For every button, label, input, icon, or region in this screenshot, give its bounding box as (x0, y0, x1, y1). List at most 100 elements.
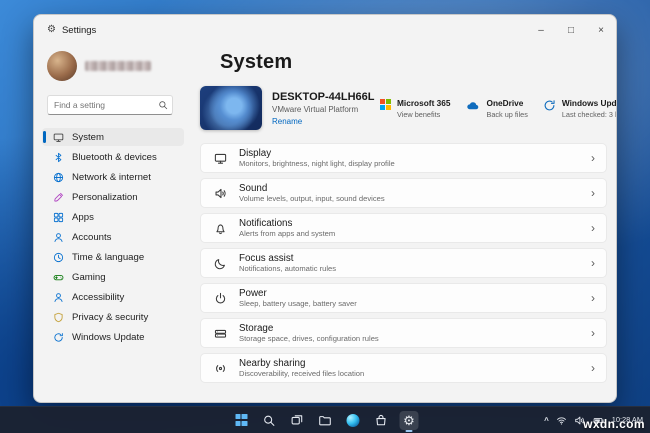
sidebar-item-apps[interactable]: Apps (42, 208, 184, 226)
sidebar-item-label: Apps (72, 211, 94, 223)
row-storage[interactable]: Storage Storage space, drives, configura… (200, 318, 607, 348)
chevron-right-icon: › (591, 221, 595, 235)
sidebar-item-gaming[interactable]: Gaming (42, 268, 184, 286)
settings-taskbar-button[interactable]: ⚙ (399, 410, 419, 432)
watermark: wxdn.com (583, 417, 645, 431)
onedrive-cloud-icon (465, 99, 480, 112)
settings-window: ⚙ Settings – □ × System (33, 14, 617, 403)
device-info: DESKTOP-44LH66L VMware Virtual Platform … (272, 91, 375, 126)
sidebar-item-windows-update[interactable]: Windows Update (42, 328, 184, 346)
settings-list: Display Monitors, brightness, night ligh… (200, 143, 607, 383)
task-view-button[interactable] (288, 411, 307, 430)
row-subtitle: Discoverability, received files location (239, 368, 365, 378)
device-model: VMware Virtual Platform (272, 104, 359, 114)
search-box (47, 95, 173, 115)
microsoft-store-button[interactable] (372, 411, 391, 430)
sidebar-item-label: Accessibility (72, 291, 125, 303)
search-icon (158, 100, 168, 110)
row-title: Notifications (239, 217, 293, 229)
taskbar-search-button[interactable] (260, 411, 279, 430)
hidden-icons-chevron[interactable]: ^ (544, 416, 549, 425)
microsoft-365-icon (380, 98, 391, 110)
page-title: System (220, 51, 293, 73)
tile-onedrive[interactable]: OneDrive Back up files (465, 98, 528, 119)
tile-windows-update[interactable]: Windows Update Last checked: 3 hours ago (543, 97, 617, 119)
sidebar-item-label: Time & language (72, 251, 145, 263)
windows-logo-icon (235, 414, 247, 426)
gamepad-icon (53, 272, 64, 283)
power-icon (214, 292, 227, 305)
sidebar-item-label: Privacy & security (72, 311, 149, 323)
device-wallpaper-thumbnail (200, 86, 262, 130)
accessibility-person-icon (53, 292, 64, 303)
sidebar-item-bluetooth-devices[interactable]: Bluetooth & devices (42, 148, 184, 166)
maximize-button[interactable]: □ (556, 15, 586, 45)
tile-title: Windows Update (561, 97, 617, 108)
rename-link[interactable]: Rename (272, 117, 368, 126)
chevron-right-icon: › (591, 326, 595, 340)
row-sound[interactable]: Sound Volume levels, output, input, soun… (200, 178, 607, 208)
tile-title: Microsoft 365 (397, 97, 451, 108)
display-icon (214, 152, 227, 165)
status-tiles: Microsoft 365 View benefits OneDrive Bac… (380, 97, 617, 119)
window-controls: – □ × (526, 15, 616, 45)
sidebar-item-label: Windows Update (72, 331, 145, 343)
sidebar-item-label: Gaming (72, 271, 106, 283)
sidebar-item-privacy-security[interactable]: Privacy & security (42, 308, 184, 326)
avatar (47, 51, 77, 81)
sidebar-item-label: Accounts (72, 231, 112, 243)
shield-icon (53, 312, 64, 323)
row-title: Focus assist (239, 252, 294, 264)
sidebar-item-label: Network & internet (72, 171, 151, 183)
nearby-sharing-icon (214, 362, 227, 375)
tile-microsoft-365[interactable]: Microsoft 365 View benefits (380, 98, 450, 119)
sidebar-item-accessibility[interactable]: Accessibility (42, 288, 184, 306)
gear-icon: ⚙ (403, 412, 415, 428)
row-power[interactable]: Power Sleep, battery usage, battery save… (200, 283, 607, 313)
sidebar-item-label: Bluetooth & devices (72, 151, 157, 163)
window-title: Settings (61, 24, 97, 36)
sidebar-item-label: System (72, 131, 104, 143)
moon-icon (214, 257, 227, 270)
tile-subtitle: Back up files (486, 109, 528, 119)
apps-grid-icon (53, 212, 64, 223)
row-display[interactable]: Display Monitors, brightness, night ligh… (200, 143, 607, 173)
user-account-row[interactable] (42, 49, 196, 83)
storage-drive-icon (214, 327, 227, 340)
edge-icon (346, 413, 360, 427)
edge-button[interactable] (344, 411, 363, 430)
sidebar-item-personalization[interactable]: Personalization (42, 188, 184, 206)
taskbar-center-icons: ⚙ (232, 407, 419, 433)
row-title: Power (239, 287, 267, 299)
close-button[interactable]: × (586, 15, 616, 45)
system-icon (53, 132, 64, 143)
main-content: System DESKTOP-44LH66L VMware Virtual Pl… (200, 45, 616, 396)
bell-icon (214, 222, 227, 235)
chevron-right-icon: › (591, 361, 595, 375)
row-title: Nearby sharing (239, 357, 306, 369)
sidebar-item-network-internet[interactable]: Network & internet (42, 168, 184, 186)
sidebar-item-system[interactable]: System (42, 128, 184, 146)
search-input[interactable] (47, 95, 173, 115)
speaker-icon (214, 187, 227, 200)
globe-icon (53, 172, 64, 183)
row-subtitle: Monitors, brightness, night light, displ… (239, 158, 395, 168)
titlebar[interactable]: ⚙ Settings – □ × (34, 15, 616, 45)
settings-gear-icon: ⚙ (47, 24, 56, 35)
sidebar-item-accounts[interactable]: Accounts (42, 228, 184, 246)
folder-icon (319, 414, 332, 427)
row-title: Storage (239, 322, 274, 334)
row-notifications[interactable]: Notifications Alerts from apps and syste… (200, 213, 607, 243)
user-name-redacted (85, 61, 151, 71)
bluetooth-icon (53, 152, 64, 163)
row-focus-assist[interactable]: Focus assist Notifications, automatic ru… (200, 248, 607, 278)
file-explorer-button[interactable] (316, 411, 335, 430)
row-subtitle: Sleep, battery usage, battery saver (239, 298, 357, 308)
minimize-button[interactable]: – (526, 15, 556, 45)
sidebar-item-time-language[interactable]: Time & language (42, 248, 184, 266)
network-wifi-icon[interactable] (556, 415, 567, 426)
start-button[interactable] (232, 411, 251, 430)
brush-icon (53, 192, 64, 203)
person-icon (53, 232, 64, 243)
row-nearby-sharing[interactable]: Nearby sharing Discoverability, received… (200, 353, 607, 383)
